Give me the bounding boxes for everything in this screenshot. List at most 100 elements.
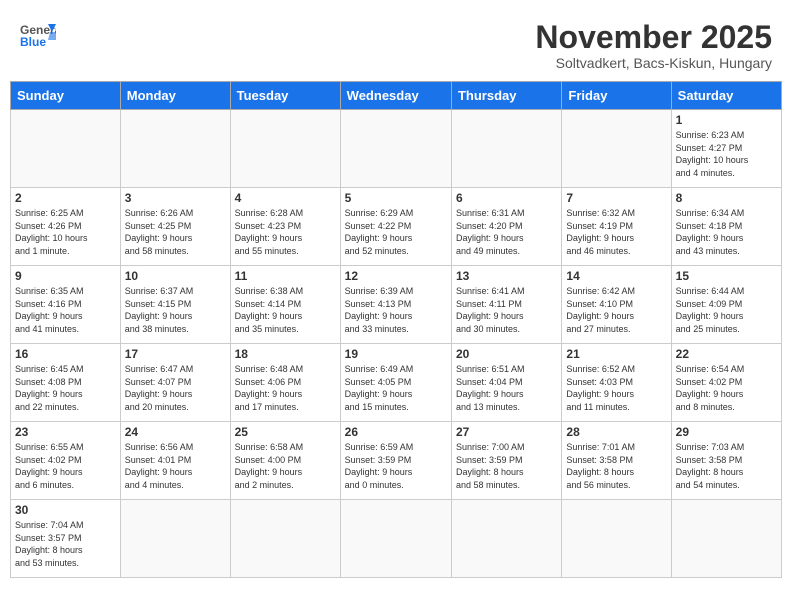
day-info: Sunrise: 7:00 AMSunset: 3:59 PMDaylight:… <box>456 441 557 491</box>
calendar-cell: 4 Sunrise: 6:28 AMSunset: 4:23 PMDaylight… <box>230 188 340 266</box>
calendar-cell: 30 Sunrise: 7:04 AMSunset: 3:57 PMDayligh… <box>11 500 121 578</box>
weekday-header-monday: Monday <box>120 82 230 110</box>
day-info: Sunrise: 6:49 AMSunset: 4:05 PMDaylight:… <box>345 363 447 413</box>
calendar-cell: 24 Sunrise: 6:56 AMSunset: 4:01 PMDayligh… <box>120 422 230 500</box>
calendar-cell <box>230 500 340 578</box>
day-info: Sunrise: 6:42 AMSunset: 4:10 PMDaylight:… <box>566 285 666 335</box>
day-number: 30 <box>15 503 116 517</box>
calendar-week-row: 16Sunrise: 6:45 AMSunset: 4:08 PMDayligh… <box>11 344 782 422</box>
calendar-cell: 23Sunrise: 6:55 AMSunset: 4:02 PMDayligh… <box>11 422 121 500</box>
calendar-cell: 5 Sunrise: 6:29 AMSunset: 4:22 PMDaylight… <box>340 188 451 266</box>
day-info: Sunrise: 6:56 AMSunset: 4:01 PMDaylight:… <box>125 441 226 491</box>
weekday-header-wednesday: Wednesday <box>340 82 451 110</box>
day-number: 27 <box>456 425 557 439</box>
calendar-cell: 14 Sunrise: 6:42 AMSunset: 4:10 PMDayligh… <box>562 266 671 344</box>
day-info: Sunrise: 6:58 AMSunset: 4:00 PMDaylight:… <box>235 441 336 491</box>
day-number: 11 <box>235 269 336 283</box>
day-info: Sunrise: 6:59 AMSunset: 3:59 PMDaylight:… <box>345 441 447 491</box>
day-info: Sunrise: 6:52 AMSunset: 4:03 PMDaylight:… <box>566 363 666 413</box>
day-info: Sunrise: 6:29 AMSunset: 4:22 PMDaylight:… <box>345 207 447 257</box>
day-number: 21 <box>566 347 666 361</box>
day-number: 8 <box>676 191 777 205</box>
svg-text:Blue: Blue <box>20 35 46 48</box>
calendar-cell: 6Sunrise: 6:31 AMSunset: 4:20 PMDaylight… <box>451 188 561 266</box>
calendar-cell: 12 Sunrise: 6:39 AMSunset: 4:13 PMDayligh… <box>340 266 451 344</box>
day-number: 29 <box>676 425 777 439</box>
calendar-cell: 8 Sunrise: 6:34 AMSunset: 4:18 PMDaylight… <box>671 188 781 266</box>
month-title: November 2025 <box>535 20 772 55</box>
day-info: Sunrise: 6:41 AMSunset: 4:11 PMDaylight:… <box>456 285 557 335</box>
weekday-header-tuesday: Tuesday <box>230 82 340 110</box>
calendar-cell: 15 Sunrise: 6:44 AMSunset: 4:09 PMDayligh… <box>671 266 781 344</box>
day-number: 28 <box>566 425 666 439</box>
day-info: Sunrise: 6:39 AMSunset: 4:13 PMDaylight:… <box>345 285 447 335</box>
day-info: Sunrise: 6:48 AMSunset: 4:06 PMDaylight:… <box>235 363 336 413</box>
day-info: Sunrise: 6:26 AMSunset: 4:25 PMDaylight:… <box>125 207 226 257</box>
calendar-cell: 27 Sunrise: 7:00 AMSunset: 3:59 PMDayligh… <box>451 422 561 500</box>
title-area: November 2025 Soltvadkert, Bacs-Kiskun, … <box>535 20 772 71</box>
day-number: 25 <box>235 425 336 439</box>
calendar-cell: 28 Sunrise: 7:01 AMSunset: 3:58 PMDayligh… <box>562 422 671 500</box>
calendar-cell: 17Sunrise: 6:47 AMSunset: 4:07 PMDayligh… <box>120 344 230 422</box>
weekday-header-row: SundayMondayTuesdayWednesdayThursdayFrid… <box>11 82 782 110</box>
calendar-cell: 2 Sunrise: 6:25 AMSunset: 4:26 PMDaylight… <box>11 188 121 266</box>
calendar-cell <box>562 110 671 188</box>
day-number: 10 <box>125 269 226 283</box>
day-info: Sunrise: 6:34 AMSunset: 4:18 PMDaylight:… <box>676 207 777 257</box>
day-info: Sunrise: 6:44 AMSunset: 4:09 PMDaylight:… <box>676 285 777 335</box>
calendar-week-row: 9 Sunrise: 6:35 AMSunset: 4:16 PMDaylight… <box>11 266 782 344</box>
day-number: 18 <box>235 347 336 361</box>
day-number: 13 <box>456 269 557 283</box>
day-number: 2 <box>15 191 116 205</box>
day-info: Sunrise: 6:32 AMSunset: 4:19 PMDaylight:… <box>566 207 666 257</box>
day-number: 14 <box>566 269 666 283</box>
day-info: Sunrise: 7:01 AMSunset: 3:58 PMDaylight:… <box>566 441 666 491</box>
calendar-cell: 20Sunrise: 6:51 AMSunset: 4:04 PMDayligh… <box>451 344 561 422</box>
calendar-week-row: 30 Sunrise: 7:04 AMSunset: 3:57 PMDayligh… <box>11 500 782 578</box>
day-info: Sunrise: 6:54 AMSunset: 4:02 PMDaylight:… <box>676 363 777 413</box>
day-number: 4 <box>235 191 336 205</box>
calendar-cell: 29 Sunrise: 7:03 AMSunset: 3:58 PMDayligh… <box>671 422 781 500</box>
calendar-cell: 25 Sunrise: 6:58 AMSunset: 4:00 PMDayligh… <box>230 422 340 500</box>
day-number: 15 <box>676 269 777 283</box>
calendar-cell: 10 Sunrise: 6:37 AMSunset: 4:15 PMDayligh… <box>120 266 230 344</box>
day-info: Sunrise: 6:35 AMSunset: 4:16 PMDaylight:… <box>15 285 116 335</box>
calendar-week-row: 23Sunrise: 6:55 AMSunset: 4:02 PMDayligh… <box>11 422 782 500</box>
calendar-cell: 22Sunrise: 6:54 AMSunset: 4:02 PMDayligh… <box>671 344 781 422</box>
calendar-cell: 16Sunrise: 6:45 AMSunset: 4:08 PMDayligh… <box>11 344 121 422</box>
day-info: Sunrise: 7:04 AMSunset: 3:57 PMDaylight:… <box>15 519 116 569</box>
calendar-cell <box>562 500 671 578</box>
page-header: General Blue November 2025 Soltvadkert, … <box>10 10 782 76</box>
day-info: Sunrise: 6:25 AMSunset: 4:26 PMDaylight:… <box>15 207 116 257</box>
calendar-cell: 21 Sunrise: 6:52 AMSunset: 4:03 PMDayligh… <box>562 344 671 422</box>
generalblue-logo-icon: General Blue <box>20 20 56 48</box>
calendar-cell: 1Sunrise: 6:23 AMSunset: 4:27 PMDaylight… <box>671 110 781 188</box>
calendar-cell <box>671 500 781 578</box>
day-info: Sunrise: 6:47 AMSunset: 4:07 PMDaylight:… <box>125 363 226 413</box>
calendar-cell: 26Sunrise: 6:59 AMSunset: 3:59 PMDayligh… <box>340 422 451 500</box>
day-info: Sunrise: 7:03 AMSunset: 3:58 PMDaylight:… <box>676 441 777 491</box>
calendar-cell: 18 Sunrise: 6:48 AMSunset: 4:06 PMDayligh… <box>230 344 340 422</box>
day-number: 19 <box>345 347 447 361</box>
day-number: 3 <box>125 191 226 205</box>
day-number: 12 <box>345 269 447 283</box>
day-number: 5 <box>345 191 447 205</box>
day-number: 9 <box>15 269 116 283</box>
calendar-cell: 7Sunrise: 6:32 AMSunset: 4:19 PMDaylight… <box>562 188 671 266</box>
calendar-cell <box>451 110 561 188</box>
logo: General Blue <box>20 20 56 48</box>
calendar-cell <box>11 110 121 188</box>
day-info: Sunrise: 6:23 AMSunset: 4:27 PMDaylight:… <box>676 129 777 179</box>
location-subtitle: Soltvadkert, Bacs-Kiskun, Hungary <box>535 55 772 71</box>
day-info: Sunrise: 6:37 AMSunset: 4:15 PMDaylight:… <box>125 285 226 335</box>
calendar-cell <box>340 500 451 578</box>
day-number: 16 <box>15 347 116 361</box>
day-number: 20 <box>456 347 557 361</box>
day-info: Sunrise: 6:28 AMSunset: 4:23 PMDaylight:… <box>235 207 336 257</box>
weekday-header-thursday: Thursday <box>451 82 561 110</box>
day-number: 6 <box>456 191 557 205</box>
calendar-cell: 9 Sunrise: 6:35 AMSunset: 4:16 PMDaylight… <box>11 266 121 344</box>
day-number: 24 <box>125 425 226 439</box>
calendar-cell: 11Sunrise: 6:38 AMSunset: 4:14 PMDayligh… <box>230 266 340 344</box>
calendar-week-row: 2 Sunrise: 6:25 AMSunset: 4:26 PMDaylight… <box>11 188 782 266</box>
